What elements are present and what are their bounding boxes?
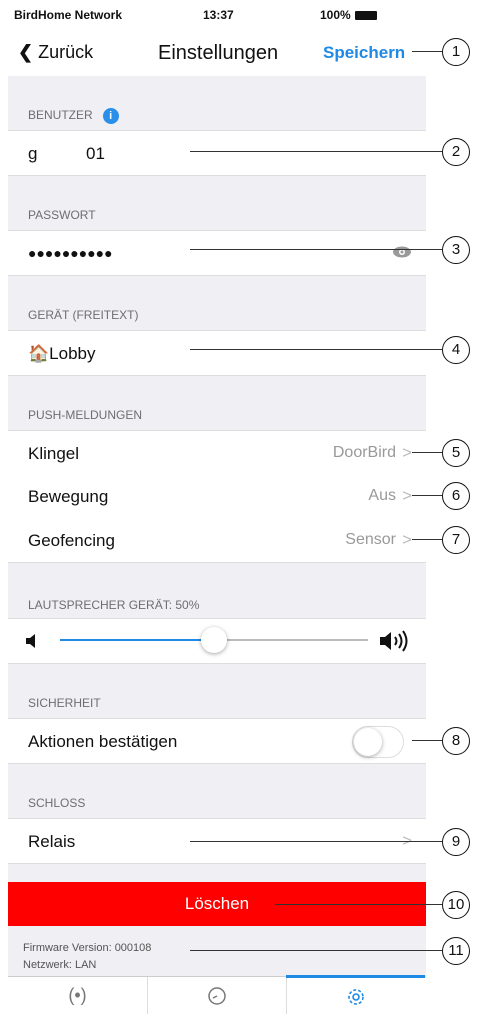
callout-3: 3: [442, 236, 470, 264]
device-name: 🏠Lobby: [28, 344, 96, 363]
clock-icon: [207, 987, 226, 1005]
tab-settings[interactable]: [286, 975, 425, 1015]
chevron-right-icon: >: [402, 443, 412, 462]
callout-7: 7: [442, 526, 470, 554]
toggle-knob: [354, 728, 382, 756]
security-row-label: Aktionen bestätigen: [28, 732, 178, 751]
user-field[interactable]: g 01: [8, 130, 426, 176]
callout-9: 9: [442, 828, 470, 856]
callout-5: 5: [442, 439, 470, 467]
callout-line: [190, 151, 442, 152]
callout-line: [412, 452, 442, 453]
section-speaker-label: LAUTSPRECHER GERÄT: 50%: [28, 598, 200, 612]
section-device-header: GERÄT (FREITEXT): [8, 308, 426, 322]
password-field[interactable]: ●●●●●●●●●●: [8, 230, 426, 276]
status-bar: BirdHome Network 13:37 100%: [8, 0, 426, 28]
save-button[interactable]: Speichern: [323, 43, 405, 63]
push-row-klingel[interactable]: Klingel DoorBird >: [8, 430, 426, 476]
callout-4: 4: [442, 336, 470, 364]
eye-icon[interactable]: [392, 245, 412, 259]
callout-11: 11: [442, 937, 470, 965]
volume-slider[interactable]: [60, 627, 368, 653]
confirm-actions-toggle[interactable]: [352, 726, 404, 758]
callout-line: [412, 51, 442, 52]
section-password-label: PASSWORT: [28, 208, 96, 222]
tab-bar: (•): [8, 975, 426, 1015]
section-lock-header: SCHLOSS: [8, 796, 426, 810]
push-row-value: Aus: [368, 487, 396, 504]
section-device-label: GERÄT (FREITEXT): [28, 308, 139, 322]
tab-live[interactable]: (•): [8, 977, 148, 1014]
chevron-right-icon: >: [402, 530, 412, 549]
callout-line: [190, 349, 442, 350]
push-row-geofencing[interactable]: Geofencing Sensor >: [8, 518, 426, 563]
push-row-label: Geofencing: [28, 531, 115, 550]
volume-slider-fill: [60, 639, 214, 641]
callout-10: 10: [442, 891, 470, 919]
callout-2: 2: [442, 138, 470, 166]
push-row-value: Sensor: [345, 531, 396, 548]
speaker-high-icon: [380, 630, 408, 652]
section-password-header: PASSWORT: [8, 208, 426, 222]
battery-icon: [354, 11, 377, 21]
callout-line: [275, 904, 442, 905]
firmware-version: Firmware Version: 000108: [23, 942, 152, 954]
back-label: Zurück: [38, 42, 94, 62]
push-row-label: Bewegung: [28, 487, 109, 506]
security-row: Aktionen bestätigen: [8, 718, 426, 764]
carrier-label: BirdHome Network: [14, 8, 123, 22]
battery-indicator: 100%: [320, 8, 377, 22]
device-name-field[interactable]: 🏠Lobby: [8, 330, 426, 376]
section-user-label: BENUTZER: [28, 108, 93, 123]
section-user-header: BENUTZER i: [8, 108, 426, 124]
password-mask: ●●●●●●●●●●: [28, 245, 113, 261]
callout-8: 8: [442, 727, 470, 755]
section-push-header: PUSH-MELDUNGEN: [8, 408, 426, 422]
callout-line: [412, 539, 442, 540]
chevron-right-icon: >: [402, 486, 412, 505]
navigation-bar: ❮ Zurück Einstellungen Speichern: [8, 28, 426, 76]
battery-percent: 100%: [320, 8, 351, 22]
volume-slider-thumb[interactable]: [201, 627, 227, 653]
section-lock-label: SCHLOSS: [28, 796, 86, 810]
callout-line: [412, 740, 442, 741]
footer-info: Firmware Version: 000108 Netzwerk: LAN: [23, 940, 151, 974]
clock: 13:37: [203, 8, 234, 22]
section-security-label: SICHERHEIT: [28, 696, 101, 710]
tab-history[interactable]: [147, 977, 287, 1014]
callout-1: 1: [442, 38, 470, 66]
push-row-bewegung[interactable]: Bewegung Aus >: [8, 474, 426, 519]
push-row-value: DoorBird: [332, 444, 396, 461]
info-icon[interactable]: i: [102, 108, 119, 124]
speaker-low-icon: [26, 634, 35, 648]
callout-line: [190, 841, 442, 842]
lock-row-label: Relais: [28, 832, 76, 851]
section-security-header: SICHERHEIT: [8, 696, 426, 710]
gear-icon: [347, 989, 364, 1005]
network-type: Netzwerk: LAN: [23, 959, 97, 971]
chevron-left-icon: ❮: [18, 42, 39, 62]
broadcast-icon: (•): [68, 985, 87, 1005]
page-title: Einstellungen: [158, 42, 279, 64]
section-speaker-header: LAUTSPRECHER GERÄT: 50%: [8, 598, 426, 612]
callout-line: [190, 950, 442, 951]
back-button[interactable]: ❮ Zurück: [18, 42, 93, 63]
callout-line: [190, 249, 442, 250]
user-suffix: 01: [86, 144, 105, 163]
section-push-label: PUSH-MELDUNGEN: [28, 408, 143, 422]
user-prefix: g: [28, 144, 38, 163]
callout-6: 6: [442, 482, 470, 510]
push-row-label: Klingel: [28, 444, 80, 463]
callout-line: [412, 495, 442, 496]
speaker-slider-row: [8, 618, 426, 664]
